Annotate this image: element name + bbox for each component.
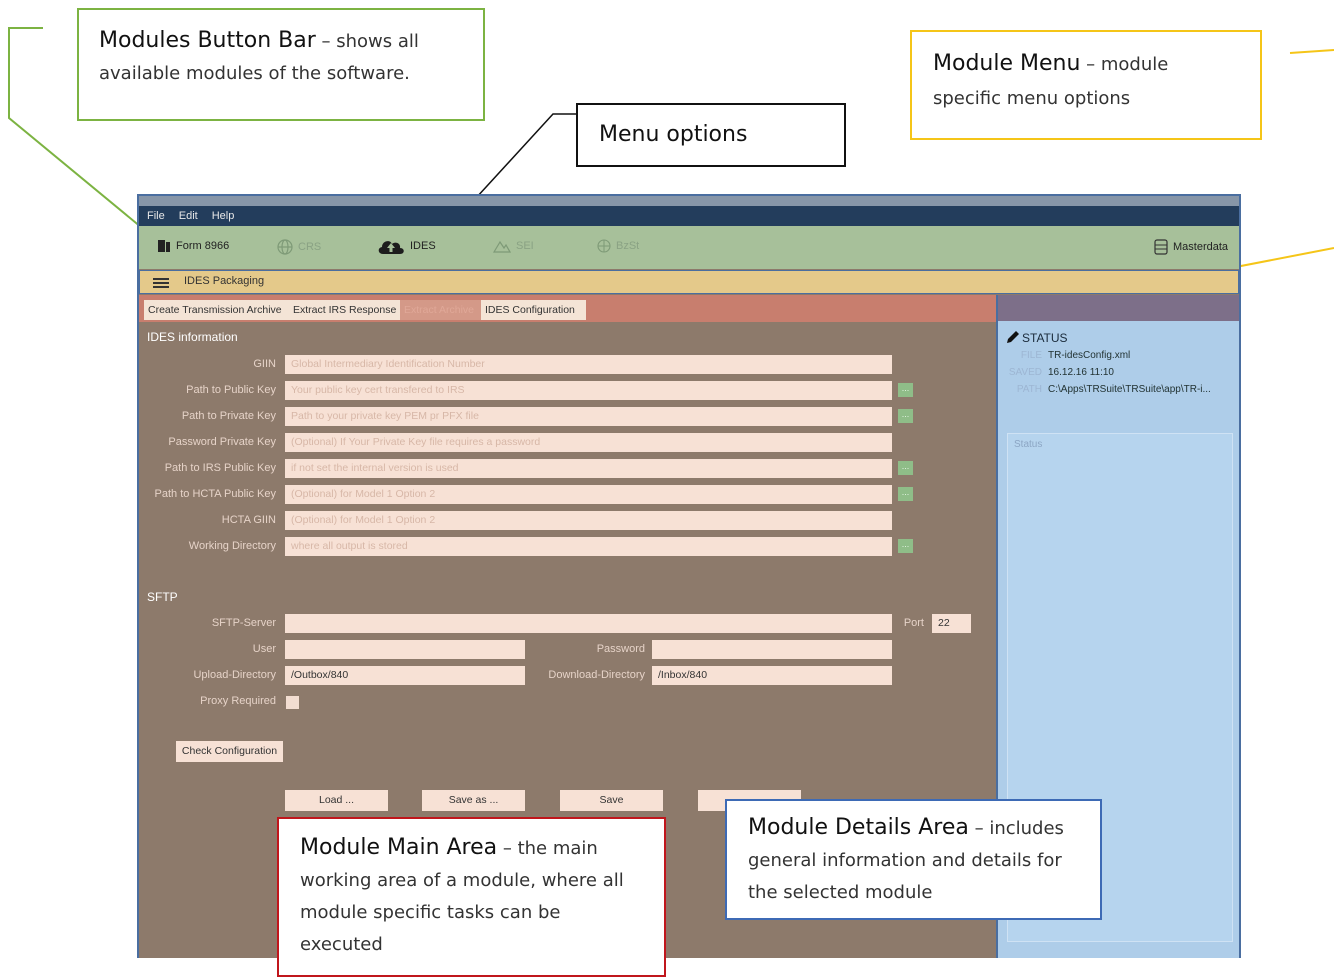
password-label: Password [596,643,645,655]
private-key-path-label: Path to Private Key [181,410,276,422]
public-key-path-input[interactable]: Your public key cert transfered to IRS [285,381,892,400]
tab-bar: Create Transmission Archive Extract IRS … [139,295,996,322]
hcta-public-key-label: Path to HCTA Public Key [154,488,276,500]
working-directory-browse-button[interactable]: ... [898,539,913,553]
module-bzst-button[interactable]: BzSt [597,239,639,253]
tab-create-transmission-archive[interactable]: Create Transmission Archive [144,300,294,320]
irs-public-key-label: Path to IRS Public Key [164,462,276,474]
hamburger-icon[interactable] [153,277,169,289]
private-key-browse-button[interactable]: ... [898,409,913,423]
giin-input[interactable]: Global Intermediary Identification Numbe… [285,355,892,374]
user-input[interactable] [285,640,525,659]
pencil-icon [1007,331,1019,343]
modules-button-bar: Form 8966 CRS IDES SEI BzSt Masterdata [139,226,1239,269]
check-configuration-button[interactable]: Check Configuration [176,741,283,762]
load-button[interactable]: Load ... [285,790,388,811]
menu-help[interactable]: Help [204,206,241,222]
irs-public-key-input[interactable]: if not set the internal version is used [285,459,892,478]
mountain-icon [493,240,511,253]
callout-details-area-title: Module Details Area [748,815,969,840]
hcta-giin-input[interactable]: (Optional) for Model 1 Option 2 [285,511,892,530]
sftp-section-title: SFTP [147,590,178,604]
callout-module-menu-title: Module Menu [933,51,1081,76]
working-directory-label: Working Directory [188,540,276,552]
private-key-path-input[interactable]: Path to your private key PEM pr PFX file [285,407,892,426]
module-ides-button[interactable]: IDES [377,237,436,255]
module-form8966-button[interactable]: Form 8966 [157,239,229,253]
hcta-public-key-input[interactable]: (Optional) for Model 1 Option 2 [285,485,892,504]
callout-modules-bar: Modules Button Bar – shows all available… [77,8,485,121]
module-masterdata-button[interactable]: Masterdata [1154,239,1228,255]
saved-value: 16.12.16 11:10 [1048,367,1114,378]
upload-directory-input[interactable]: /Outbox/840 [285,666,525,685]
module-form8966-label: Form 8966 [176,240,230,252]
tab-ides-configuration[interactable]: IDES Configuration [481,300,586,320]
path-row: PATH C:\Apps\TRSuite\TRSuite\app\TR-i... [1006,384,1211,395]
private-key-password-input[interactable]: (Optional) If Your Private Key file requ… [285,433,892,452]
module-sei-label: SEI [516,240,534,252]
door-icon [158,240,170,252]
public-key-browse-button[interactable]: ... [898,383,913,397]
hcta-giin-label: HCTA GIIN [221,514,276,526]
details-header [998,295,1239,321]
module-bzst-label: BzSt [616,240,640,252]
callout-modules-bar-title: Modules Button Bar [99,28,316,53]
callout-details-area: Module Details Area – includes general i… [725,799,1102,920]
file-row: FILE TR-idesConfig.xml [1006,350,1130,361]
user-label: User [252,643,276,655]
public-key-path-label: Path to Public Key [186,384,276,396]
port-input[interactable]: 22 [932,614,971,633]
callout-main-area-title: Module Main Area [300,835,498,860]
module-sei-button[interactable]: SEI [493,239,534,253]
callout-module-menu: Module Menu – module specific menu optio… [910,30,1262,140]
module-masterdata-label: Masterdata [1173,241,1229,253]
menu-edit[interactable]: Edit [171,206,204,222]
irs-public-key-browse-button[interactable]: ... [898,461,913,475]
globe-icon [277,239,293,255]
module-ides-label: IDES [410,240,436,252]
ides-section-title: IDES information [147,330,238,344]
download-directory-label: Download-Directory [548,669,645,681]
working-directory-input[interactable]: where all output is stored [285,537,892,556]
private-key-password-label: Password Private Key [168,436,276,448]
file-value: TR-idesConfig.xml [1048,350,1131,361]
saved-row: SAVED 16.12.16 11:10 [1006,367,1114,378]
cloud-upload-icon [378,241,404,254]
tab-extract-archive[interactable]: Extract Archive [400,300,486,320]
giin-label: GIIN [253,358,276,370]
hcta-public-key-browse-button[interactable]: ... [898,487,913,501]
globe-grid-icon [597,239,611,253]
menu-bar: File Edit Help [139,206,1239,226]
module-menu-bar: IDES Packaging [139,270,1239,294]
module-crs-label: CRS [298,241,322,253]
module-crs-button[interactable]: CRS [277,239,321,255]
sftp-server-label: SFTP-Server [211,617,276,629]
database-icon [1154,239,1168,255]
callout-menu-options: Menu options [576,103,846,167]
port-label: Port [903,617,924,629]
save-button[interactable]: Save [560,790,663,811]
proxy-required-checkbox[interactable] [286,696,299,709]
module-menu-title: IDES Packaging [184,275,265,287]
status-title: STATUS [1022,331,1068,345]
path-label: PATH [1016,384,1042,395]
save-as-button[interactable]: Save as ... [422,790,525,811]
title-strip [139,196,1239,206]
proxy-required-label: Proxy Required [200,695,276,707]
callout-menu-options-title: Menu options [599,122,748,147]
password-input[interactable] [652,640,892,659]
download-directory-input[interactable]: /Inbox/840 [652,666,892,685]
upload-directory-label: Upload-Directory [193,669,276,681]
saved-label: SAVED [1008,367,1042,378]
tab-extract-irs-response[interactable]: Extract IRS Response [289,300,405,320]
menu-file[interactable]: File [139,206,171,222]
path-value: C:\Apps\TRSuite\TRSuite\app\TR-i... [1048,384,1211,395]
callout-main-area: Module Main Area – the main working area… [277,817,666,977]
file-label: FILE [1020,350,1042,361]
